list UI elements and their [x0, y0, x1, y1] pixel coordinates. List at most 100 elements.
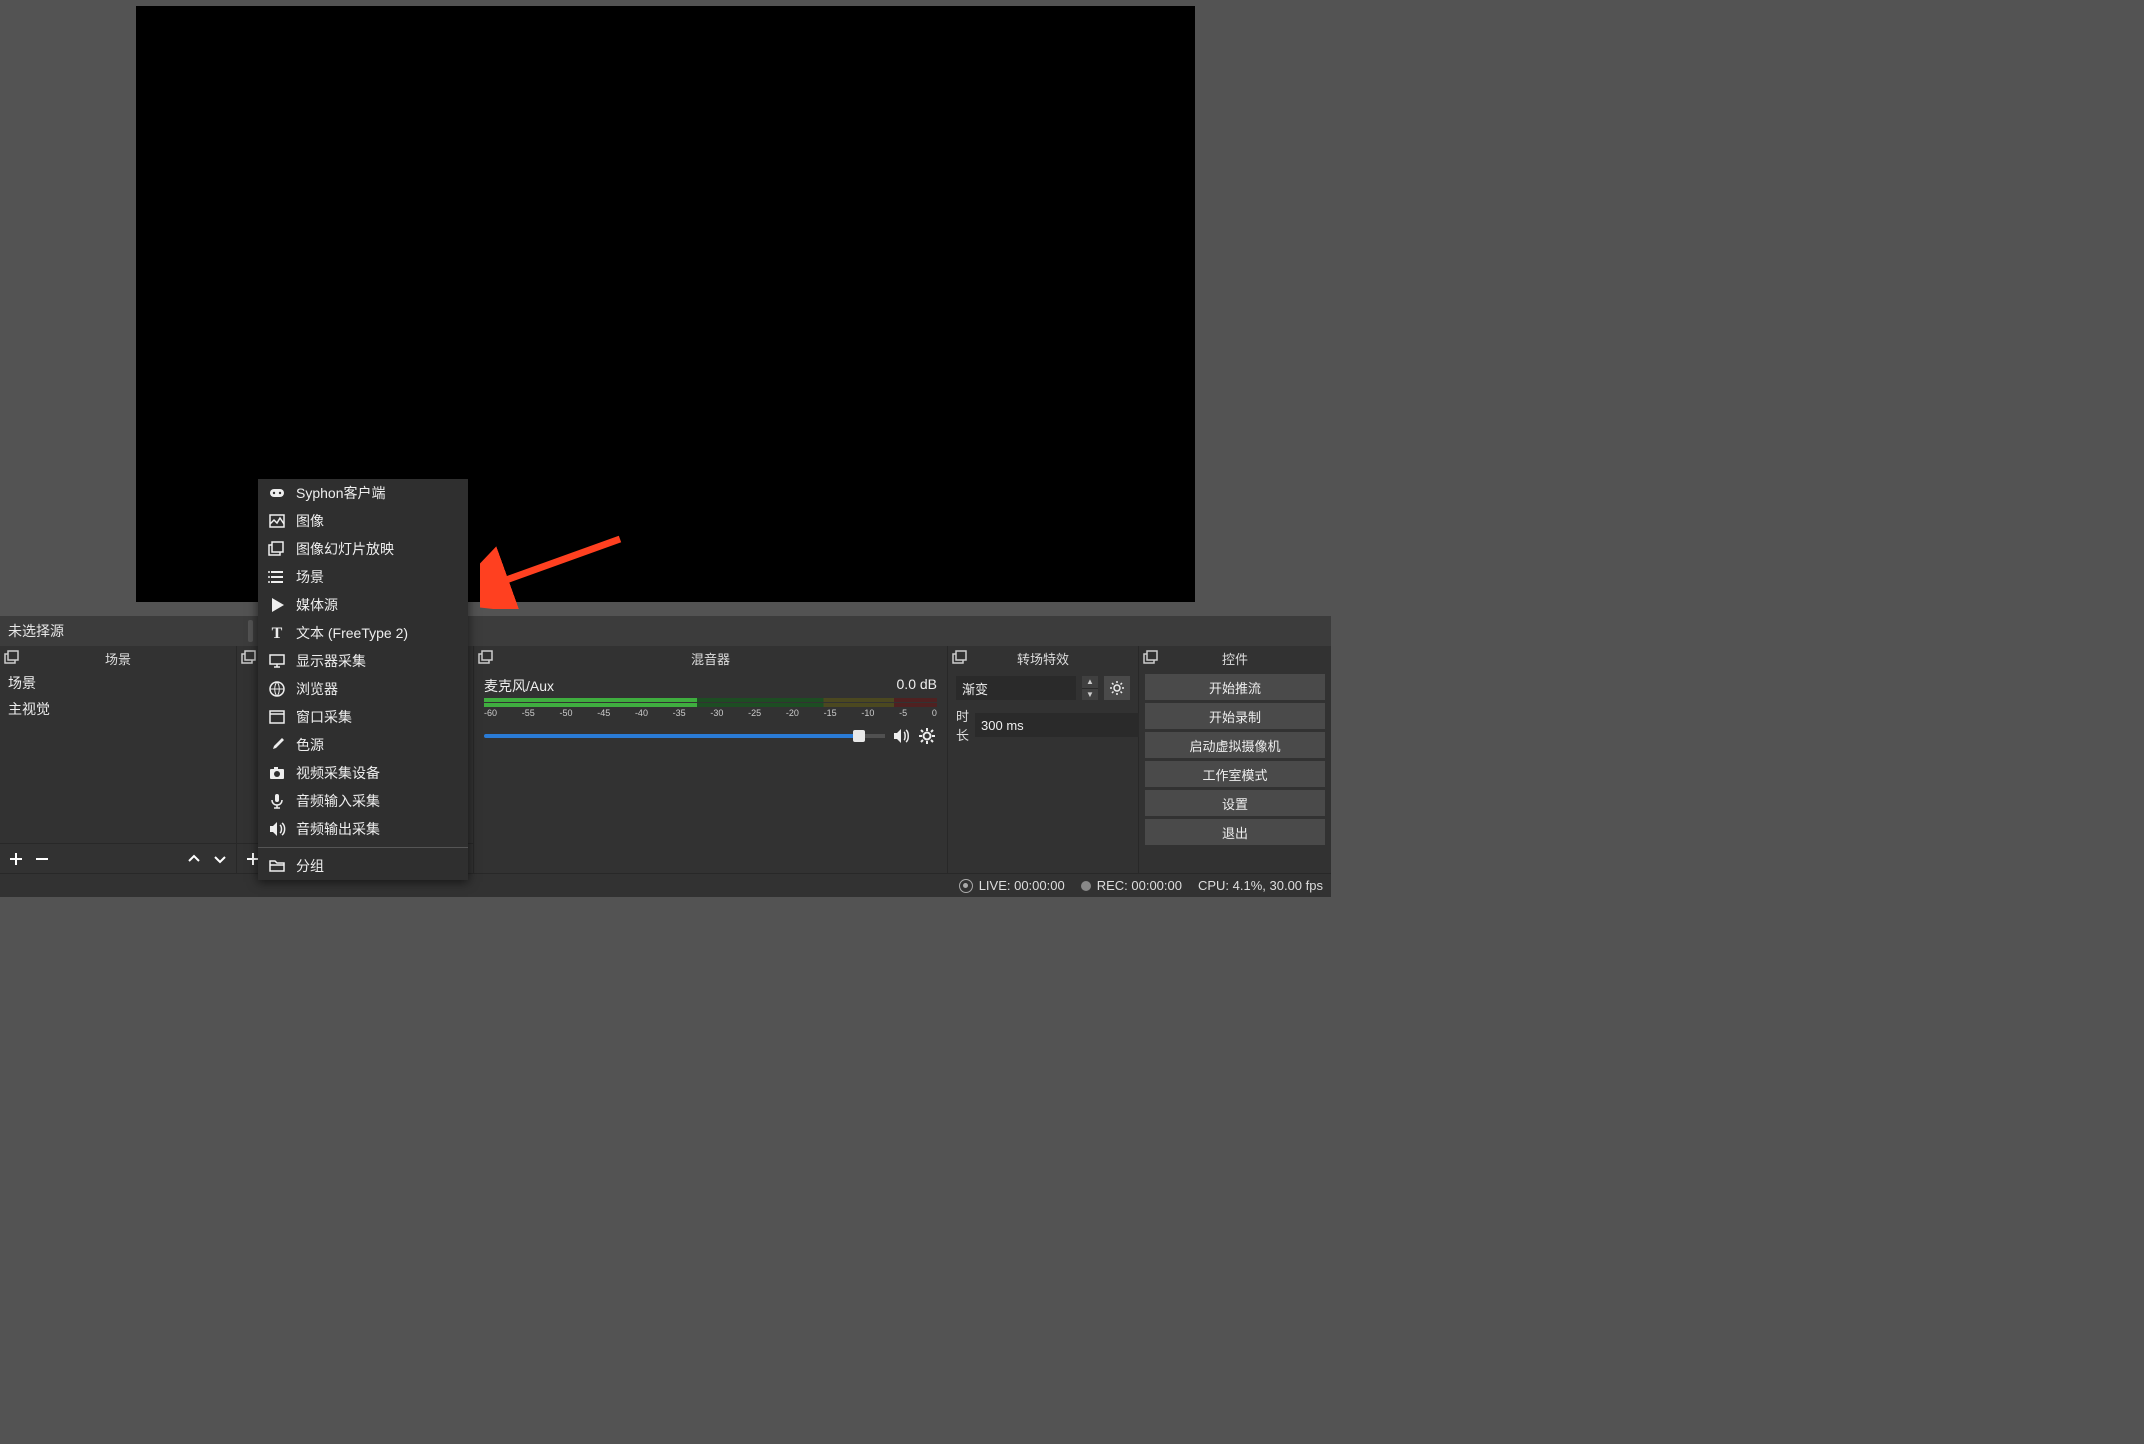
popout-icon[interactable]	[241, 650, 257, 666]
exit-button[interactable]: 退出	[1145, 819, 1325, 845]
popout-icon[interactable]	[952, 650, 968, 666]
menu-item-display[interactable]: 显示器采集	[258, 647, 468, 675]
menu-item-image[interactable]: 图像	[258, 507, 468, 535]
popout-icon[interactable]	[1143, 650, 1159, 666]
no-source-bar: 未选择源	[0, 616, 1331, 646]
slideshow-icon	[268, 540, 286, 558]
menu-item-text[interactable]: T 文本 (FreeType 2)	[258, 619, 468, 647]
menu-item-label: 音频输出采集	[296, 819, 380, 839]
mixer-header[interactable]: 混音器	[474, 646, 947, 670]
settings-button[interactable]: 设置	[1145, 790, 1325, 816]
transition-select[interactable]: 渐变	[956, 676, 1076, 700]
mixer-track-db: 0.0 dB	[897, 676, 937, 696]
speaker-icon	[268, 820, 286, 838]
meter-ticks: -60-55-50-45-40-35-30-25-20-15-10-50	[484, 708, 937, 718]
menu-item-play[interactable]: 媒体源	[258, 591, 468, 619]
scenes-list[interactable]: 场景 主视觉	[0, 670, 236, 843]
status-live: LIVE: 00:00:00	[959, 878, 1065, 893]
menu-item-label: 图像幻灯片放映	[296, 539, 394, 559]
preview-region	[0, 0, 1331, 612]
image-icon	[268, 512, 286, 530]
volume-slider[interactable]	[484, 734, 885, 738]
list-icon	[268, 568, 286, 586]
display-icon	[268, 652, 286, 670]
mixer-track: 麦克风/Aux 0.0 dB -60-55-50-45-40-35-30-25-…	[474, 670, 947, 746]
docks-container: 场景 场景 主视觉 来源	[0, 646, 1331, 873]
mixer-dock: 混音器 麦克风/Aux 0.0 dB -60-55-50-45-40-35-30…	[474, 646, 948, 873]
menu-item-label: 媒体源	[296, 595, 338, 615]
controls-dock: 控件 开始推流 开始录制 启动虚拟摄像机 工作室模式 设置 退出	[1139, 646, 1331, 873]
transitions-header[interactable]: 转场特效	[948, 646, 1138, 670]
audio-meter: -60-55-50-45-40-35-30-25-20-15-10-50	[484, 698, 937, 716]
transitions-title: 转场特效	[1017, 649, 1069, 668]
menu-item-camera[interactable]: 视频采集设备	[258, 759, 468, 787]
broadcast-icon	[959, 879, 973, 893]
menu-item-brush[interactable]: 色源	[258, 731, 468, 759]
menu-item-globe[interactable]: 浏览器	[258, 675, 468, 703]
remove-scene-button[interactable]	[30, 847, 54, 871]
svg-text:T: T	[272, 625, 283, 642]
gear-icon[interactable]	[917, 726, 937, 746]
mic-icon	[268, 792, 286, 810]
scenes-title: 场景	[105, 649, 131, 668]
menu-item-list[interactable]: 场景	[258, 563, 468, 591]
no-source-label: 未选择源	[8, 621, 64, 641]
scenes-header[interactable]: 场景	[0, 646, 236, 670]
add-scene-button[interactable]	[4, 847, 28, 871]
globe-icon	[268, 680, 286, 698]
menu-item-label: 色源	[296, 735, 324, 755]
record-dot-icon	[1081, 881, 1091, 891]
status-bar: LIVE: 00:00:00 REC: 00:00:00 CPU: 4.1%, …	[0, 873, 1331, 897]
menu-item-label: 场景	[296, 567, 324, 587]
volume-thumb[interactable]	[853, 730, 865, 742]
menu-item-speaker[interactable]: 音频输出采集	[258, 815, 468, 843]
mixer-track-name: 麦克风/Aux	[484, 676, 554, 696]
start-virtualcam-button[interactable]: 启动虚拟摄像机	[1145, 732, 1325, 758]
text-icon: T	[268, 624, 286, 642]
mixer-body: 麦克风/Aux 0.0 dB -60-55-50-45-40-35-30-25-…	[474, 670, 947, 873]
menu-item-label: 图像	[296, 511, 324, 531]
menu-item-window[interactable]: 窗口采集	[258, 703, 468, 731]
studio-mode-button[interactable]: 工作室模式	[1145, 761, 1325, 787]
menu-item-game[interactable]: Syphon客户端	[258, 479, 468, 507]
menu-item-mic[interactable]: 音频输入采集	[258, 787, 468, 815]
start-streaming-button[interactable]: 开始推流	[1145, 674, 1325, 700]
scene-list-item[interactable]: 场景	[0, 670, 236, 696]
speaker-icon[interactable]	[891, 726, 911, 746]
menu-item-label: 视频采集设备	[296, 763, 380, 783]
menu-item-folder[interactable]: 分组	[258, 852, 468, 880]
transitions-dock: 转场特效 渐变 ▲▼ 时长 ▲▼	[948, 646, 1139, 873]
scenes-dock: 场景 场景 主视觉	[0, 646, 237, 873]
duration-label: 时长	[956, 706, 969, 744]
scene-down-button[interactable]	[208, 847, 232, 871]
folder-icon	[268, 857, 286, 875]
status-rec: REC: 00:00:00	[1081, 878, 1182, 893]
menu-separator	[258, 847, 468, 848]
menu-item-slideshow[interactable]: 图像幻灯片放映	[258, 535, 468, 563]
play-icon	[268, 596, 286, 614]
mixer-title: 混音器	[691, 649, 730, 668]
scenes-toolbar	[0, 843, 236, 873]
menu-item-label: 显示器采集	[296, 651, 366, 671]
scene-up-button[interactable]	[182, 847, 206, 871]
duration-input[interactable]	[975, 713, 1163, 737]
popout-icon[interactable]	[478, 650, 494, 666]
menu-item-label: 窗口采集	[296, 707, 352, 727]
scene-list-item[interactable]: 主视觉	[0, 696, 236, 722]
brush-icon	[268, 736, 286, 754]
transition-settings-button[interactable]	[1104, 676, 1130, 700]
game-icon	[268, 484, 286, 502]
controls-title: 控件	[1222, 649, 1248, 668]
splitter-handle[interactable]	[248, 620, 253, 642]
camera-icon	[268, 764, 286, 782]
menu-item-label: 分组	[296, 856, 324, 876]
menu-item-label: Syphon客户端	[296, 483, 385, 503]
popout-icon[interactable]	[4, 650, 20, 666]
transition-stepper[interactable]: ▲▼	[1082, 676, 1098, 700]
start-recording-button[interactable]: 开始录制	[1145, 703, 1325, 729]
add-source-context-menu[interactable]: Syphon客户端图像图像幻灯片放映场景媒体源 T 文本 (FreeType 2) 显…	[258, 479, 468, 880]
menu-item-label: 浏览器	[296, 679, 338, 699]
controls-header[interactable]: 控件	[1139, 646, 1331, 670]
menu-item-label: 文本 (FreeType 2)	[296, 623, 408, 643]
status-cpu: CPU: 4.1%, 30.00 fps	[1198, 878, 1323, 893]
